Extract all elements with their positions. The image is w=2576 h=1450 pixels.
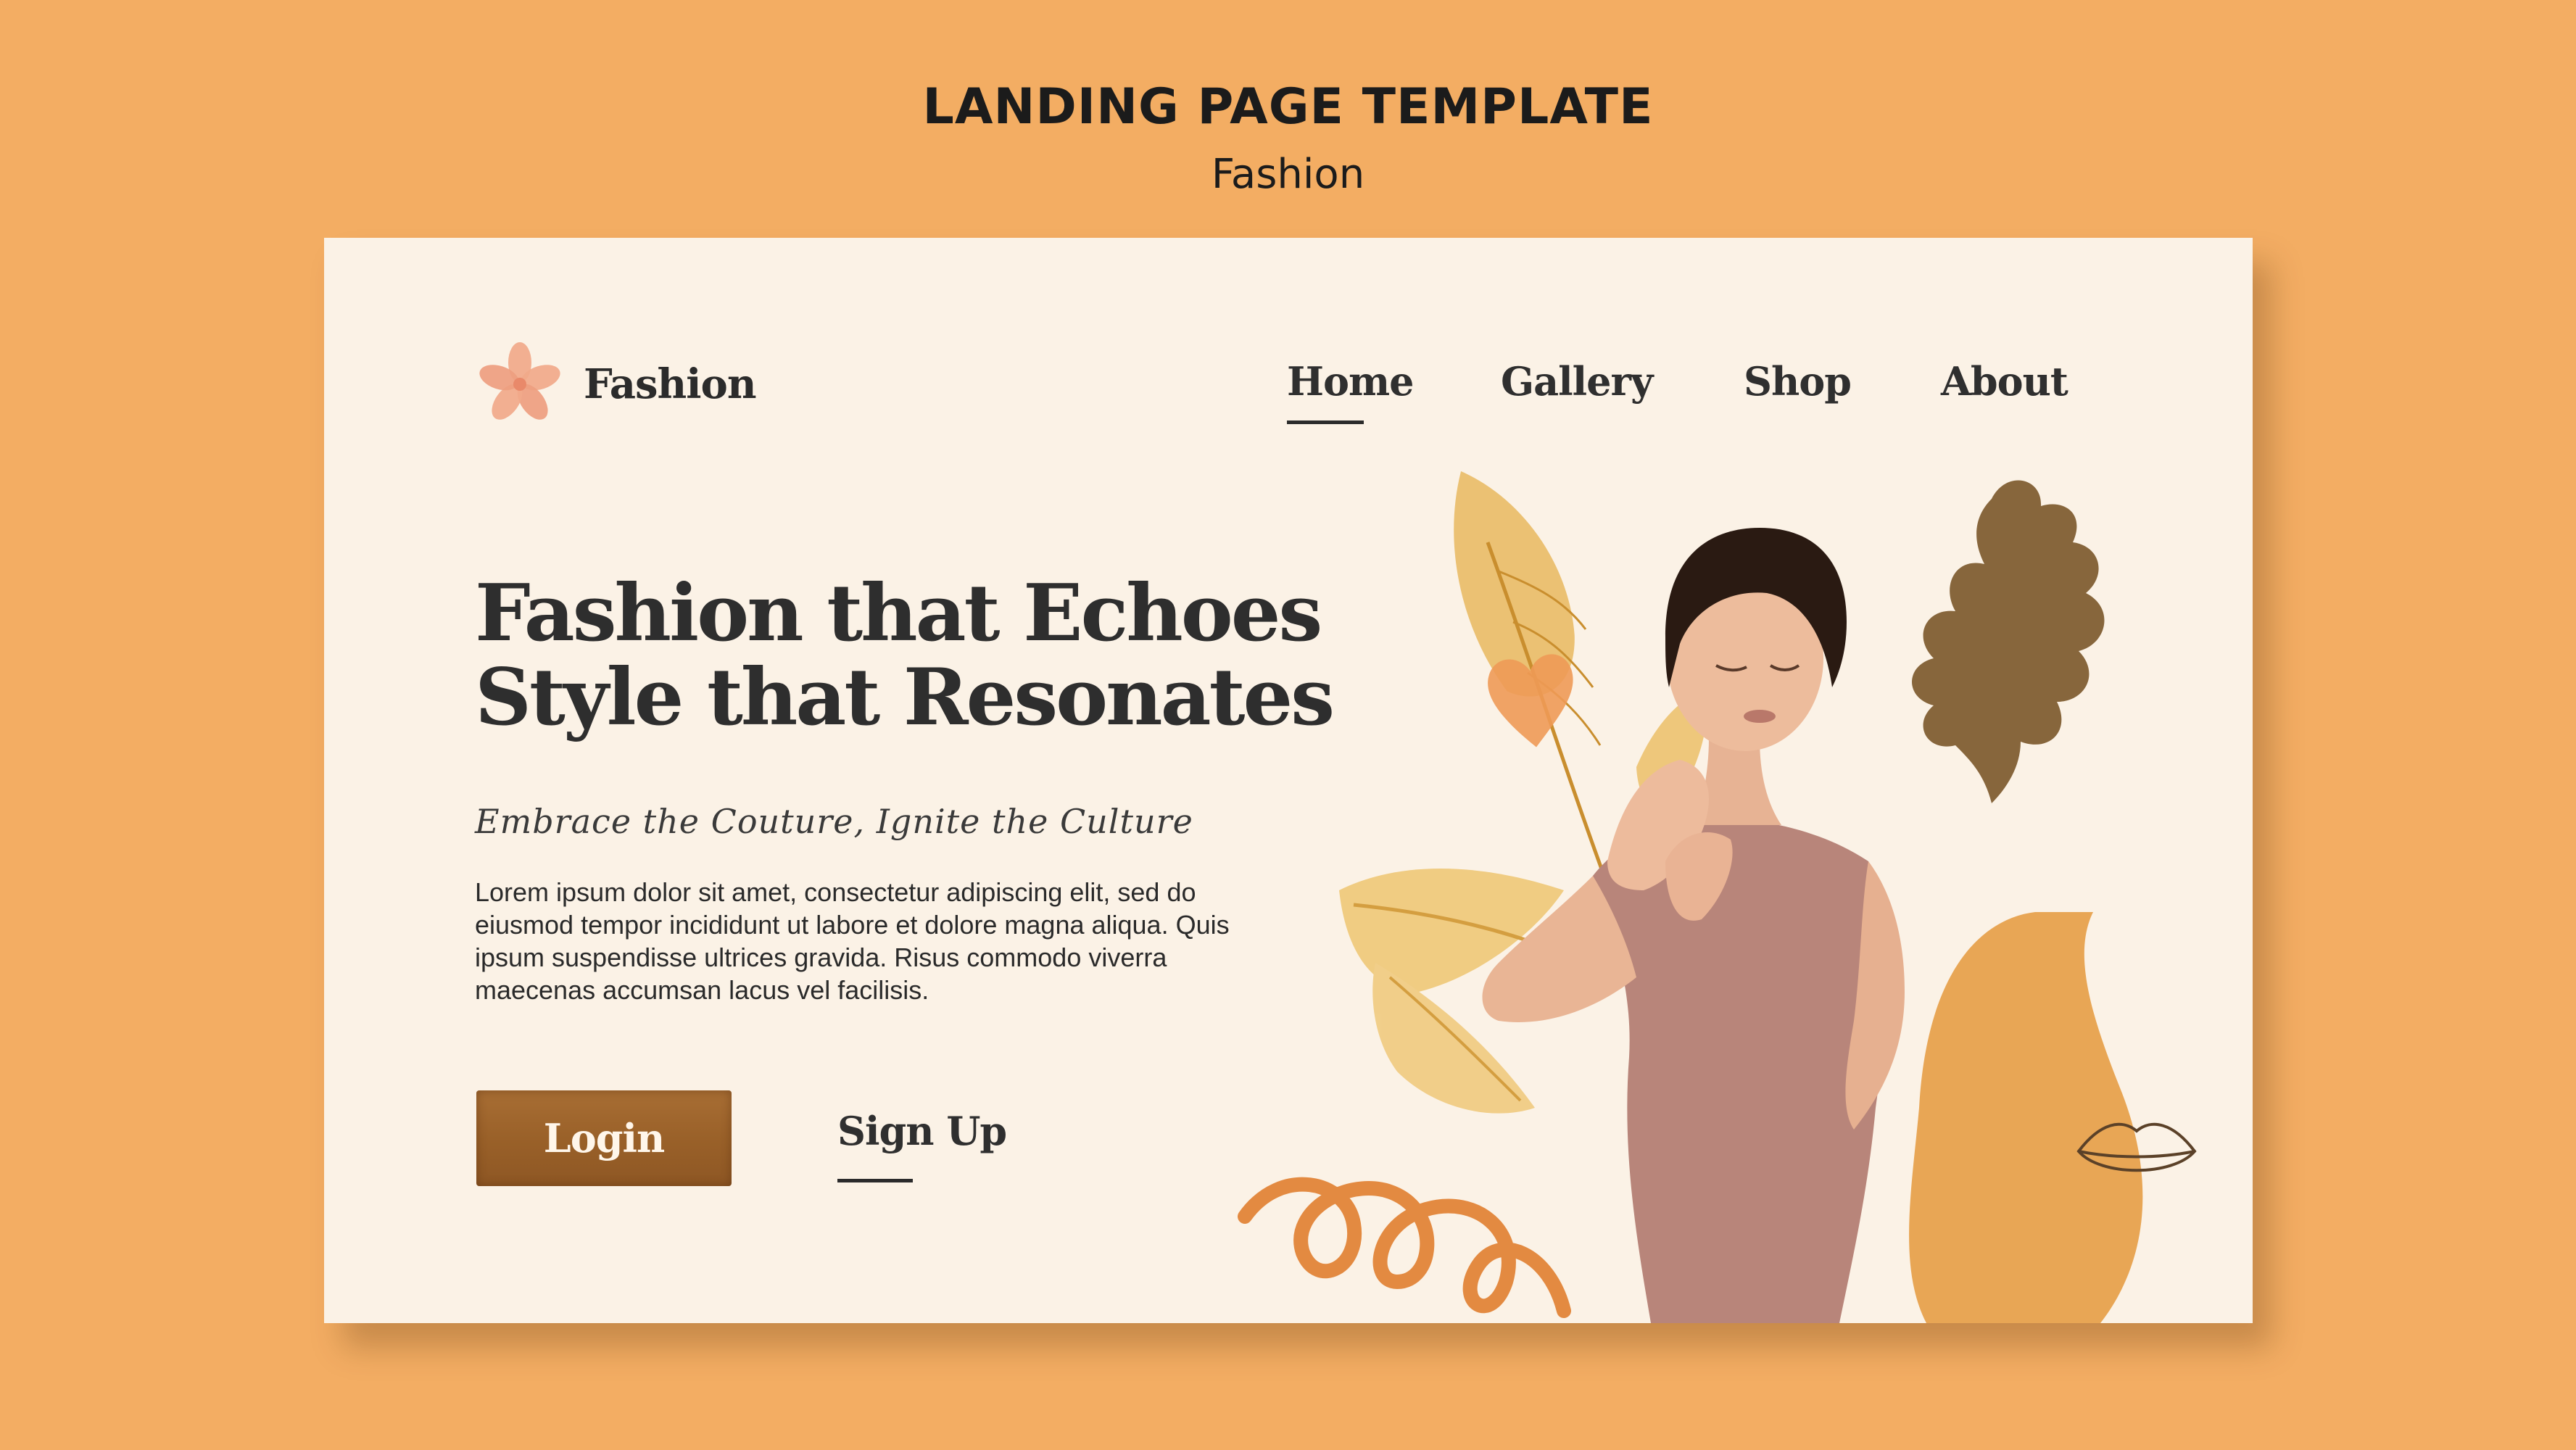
hero-illustration	[1238, 471, 2197, 1323]
nav-active-indicator	[1287, 420, 1364, 424]
landing-page-card: Fashion Home Gallery Shop About Fashion …	[324, 238, 2253, 1323]
login-button[interactable]: Login	[476, 1090, 732, 1186]
hero-tagline: Embrace the Couture, Ignite the Culture	[475, 802, 1193, 841]
signup-link[interactable]: Sign Up	[837, 1108, 1007, 1154]
vase-icon	[1909, 912, 2143, 1323]
orange-swirl-icon	[1238, 1177, 1571, 1318]
brown-oak-leaf-icon	[1912, 480, 2105, 803]
nav-about[interactable]: About	[1941, 358, 2068, 405]
signup-underline	[837, 1179, 913, 1182]
hero-description: Lorem ipsum dolor sit amet, consectetur …	[475, 877, 1230, 1005]
login-button-label: Login	[543, 1115, 666, 1161]
page-subheading: Fashion	[1211, 151, 1365, 198]
nav-home[interactable]: Home	[1287, 358, 1415, 405]
nav-gallery[interactable]: Gallery	[1501, 358, 1653, 405]
main-nav: Home Gallery Shop About	[324, 358, 2253, 431]
page-heading: LANDING PAGE TEMPLATE	[922, 78, 1654, 136]
nav-shop[interactable]: Shop	[1744, 358, 1852, 405]
